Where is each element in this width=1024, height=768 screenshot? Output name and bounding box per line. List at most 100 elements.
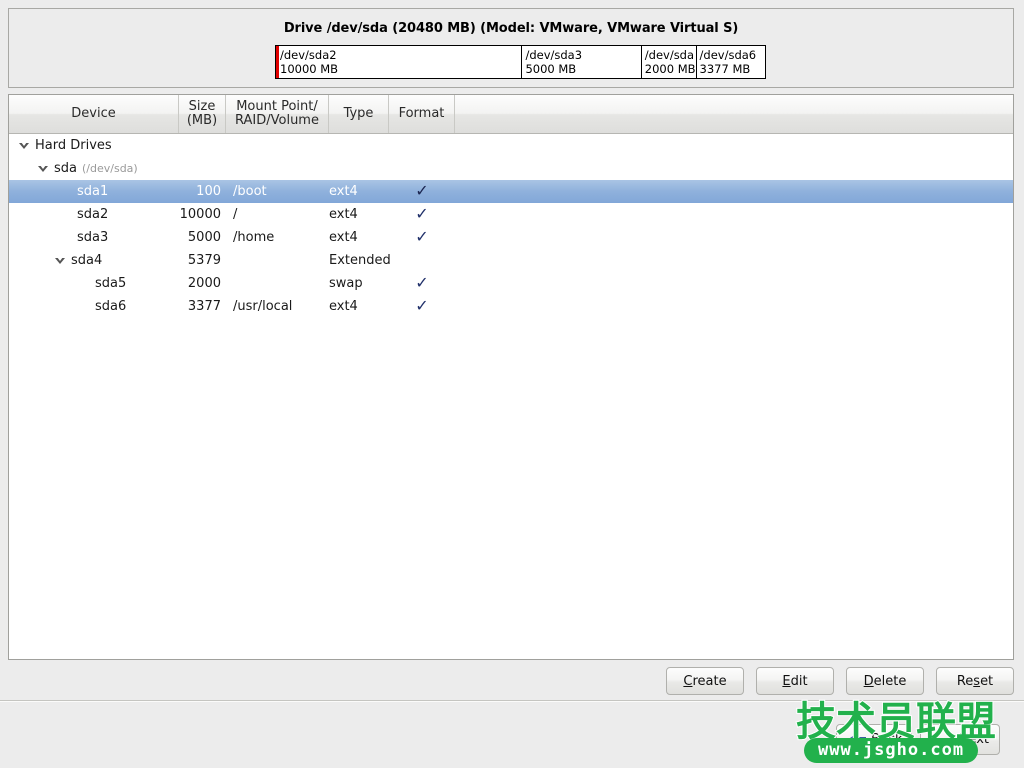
column-header-format[interactable]: Format [389, 95, 455, 133]
table-header-row: Device Size (MB) Mount Point/ RAID/Volum… [9, 95, 1013, 134]
column-header-filler [455, 95, 1013, 133]
arrow-left-tail-icon [858, 736, 866, 743]
chevron-down-icon[interactable] [19, 141, 29, 149]
table-row[interactable]: sda2 10000 / ext4 ✓ [9, 203, 1013, 226]
cell-device: sda5 [9, 276, 179, 291]
device-label: sda5 [95, 276, 127, 291]
check-icon: ✓ [415, 203, 429, 223]
drive-segment-name: /dev/sda [644, 48, 695, 62]
cell-device: sda6 [9, 299, 179, 314]
create-button-label: Create [683, 673, 727, 689]
cell-size: 10000 [179, 207, 221, 222]
drive-segment-size: 10000 MB [280, 62, 339, 76]
device-label: sda2 [77, 207, 109, 222]
table-row[interactable]: sda (/dev/sda) [9, 157, 1013, 180]
device-label: sda3 [77, 230, 109, 245]
cell-format: ✓ [389, 182, 455, 200]
device-label: Hard Drives [35, 138, 112, 153]
delete-button[interactable]: Delete [846, 667, 924, 695]
drive-segment-name: /dev/sda6 [699, 48, 757, 62]
back-button-label: Back [871, 732, 903, 747]
drive-segment-sda6[interactable]: /dev/sda6 3377 MB [696, 46, 765, 78]
cell-mount-point: / [233, 207, 238, 222]
reset-button[interactable]: Reset [936, 667, 1014, 695]
reset-button-label: Reset [956, 673, 994, 689]
next-button-label: Next [958, 732, 989, 747]
cell-type: ext4 [329, 230, 358, 245]
column-header-type[interactable]: Type [329, 95, 389, 133]
check-icon: ✓ [415, 226, 429, 246]
edit-button-label: Edit [782, 673, 808, 689]
cell-size: 2000 [187, 276, 221, 291]
check-icon: ✓ [415, 295, 429, 315]
drive-partition-bar[interactable]: /dev/sda2 10000 MB /dev/sda3 5000 MB /de… [275, 45, 766, 79]
cell-size: 5000 [187, 230, 221, 245]
cell-type: ext4 [329, 207, 358, 222]
table-row[interactable]: sda6 3377 /usr/local ext4 ✓ [9, 295, 1013, 318]
partition-table[interactable]: Device Size (MB) Mount Point/ RAID/Volum… [8, 94, 1014, 660]
next-button[interactable]: Next [920, 724, 1000, 755]
column-header-mount-point[interactable]: Mount Point/ RAID/Volume [226, 95, 329, 133]
cell-size: 100 [196, 184, 221, 199]
chevron-down-icon[interactable] [38, 164, 48, 172]
cell-format: ✓ [389, 203, 455, 223]
cell-size: 3377 [187, 299, 221, 314]
cell-mount-point: /usr/local [233, 299, 293, 314]
device-label: sda [54, 161, 77, 176]
drive-segment-name: /dev/sda2 [280, 48, 337, 62]
drive-segment-sda2[interactable]: /dev/sda2 10000 MB [276, 46, 523, 78]
cell-device: sda (/dev/sda) [9, 161, 179, 176]
column-header-label: Format [398, 106, 445, 121]
drive-segment-size: 2000 MB [644, 62, 696, 76]
cell-device: sda2 [9, 207, 179, 222]
device-label: sda6 [95, 299, 127, 314]
drive-segment-sda3[interactable]: /dev/sda3 5000 MB [522, 46, 642, 78]
cell-format: ✓ [389, 226, 455, 246]
check-icon: ✓ [415, 272, 429, 292]
cell-format: ✓ [389, 295, 455, 315]
cell-device: Hard Drives [9, 138, 179, 153]
device-label: sda1 [77, 184, 109, 199]
table-row[interactable]: Hard Drives [9, 134, 1013, 157]
device-label: sda4 [71, 253, 103, 268]
wizard-navigation-bar: Back Next [0, 702, 1024, 768]
column-header-label: Device [71, 106, 116, 121]
delete-button-label: Delete [863, 673, 907, 689]
column-header-label: Type [343, 106, 374, 121]
column-header-size[interactable]: Size (MB) [179, 95, 226, 133]
column-header-sublabel: (MB) [186, 113, 218, 128]
drive-segment-sda5[interactable]: /dev/sda 2000 MB [641, 46, 697, 78]
cell-type: ext4 [329, 184, 358, 199]
table-row[interactable]: sda5 2000 swap ✓ [9, 272, 1013, 295]
cell-type: ext4 [329, 299, 358, 314]
cell-device: sda4 [9, 253, 179, 268]
table-row[interactable]: sda1 100 /boot ext4 ✓ [9, 180, 1013, 203]
drive-title: Drive /dev/sda (20480 MB) (Model: VMware… [283, 21, 739, 36]
table-body[interactable]: Hard Drives sda (/dev/sda) sda1 100 /boo… [9, 134, 1013, 659]
column-header-label: Size [188, 99, 216, 114]
column-header-device[interactable]: Device [9, 95, 179, 133]
arrow-left-icon [847, 733, 856, 746]
drive-segment-size: 5000 MB [525, 62, 577, 76]
cell-mount-point: /home [233, 230, 275, 245]
cell-size: 5379 [187, 253, 221, 268]
cell-device: sda3 [9, 230, 179, 245]
cell-format: ✓ [389, 272, 455, 292]
create-button[interactable]: Create [666, 667, 744, 695]
drive-graph-panel: Drive /dev/sda (20480 MB) (Model: VMware… [8, 8, 1014, 88]
cell-type: swap [329, 276, 363, 291]
column-header-sublabel: RAID/Volume [235, 113, 319, 128]
edit-button[interactable]: Edit [756, 667, 834, 695]
cell-mount-point: /boot [233, 184, 267, 199]
table-row[interactable]: sda4 5379 Extended [9, 249, 1013, 272]
cell-type: Extended [329, 253, 391, 268]
table-row[interactable]: sda3 5000 /home ext4 ✓ [9, 226, 1013, 249]
chevron-down-icon[interactable] [55, 256, 65, 264]
back-button[interactable]: Back [836, 724, 912, 755]
drive-segment-size: 3377 MB [699, 62, 751, 76]
device-path-label: (/dev/sda) [82, 162, 138, 175]
drive-segment-name: /dev/sda3 [525, 48, 583, 62]
cell-device: sda1 [9, 184, 179, 199]
partition-action-bar: Create Edit Delete Reset [8, 666, 1014, 696]
column-header-label: Mount Point/ [236, 99, 318, 114]
